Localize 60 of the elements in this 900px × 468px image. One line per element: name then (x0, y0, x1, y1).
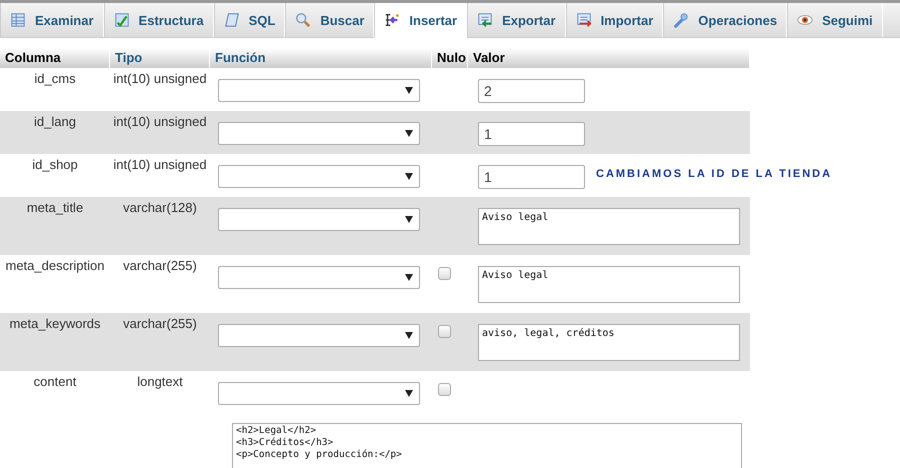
column-type: longtext (137, 374, 183, 389)
column-header: Tipo (110, 48, 210, 68)
structure-icon (114, 12, 130, 28)
function-dropdown[interactable] (218, 122, 420, 145)
caret-icon (405, 274, 413, 281)
caret-icon (405, 390, 413, 397)
import-icon (576, 12, 592, 28)
column-type: varchar(255) (123, 316, 197, 331)
caret-icon (405, 332, 413, 339)
wrench-icon (673, 12, 690, 28)
column-name: id_cms (34, 71, 76, 86)
value-textarea[interactable]: aviso, legal, créditos (478, 324, 740, 361)
function-dropdown[interactable] (218, 79, 420, 102)
column-name: id_shop (32, 157, 78, 172)
column-name: meta_title (26, 200, 84, 215)
column-name: meta_keywords (9, 316, 101, 331)
tab[interactable]: Seguimi (787, 3, 883, 37)
null-checkbox[interactable] (438, 267, 451, 280)
export-icon (477, 12, 494, 28)
caret-icon (405, 87, 413, 94)
column-header: Columna (0, 48, 110, 68)
column-type: int(10) unsigned (113, 157, 207, 172)
function-dropdown[interactable] (218, 382, 420, 405)
caret-icon (405, 173, 413, 180)
column-type: int(10) unsigned (113, 71, 207, 86)
null-checkbox[interactable] (438, 325, 451, 338)
tab[interactable]: Estructura (104, 3, 214, 37)
column-type: varchar(255) (123, 258, 197, 273)
function-dropdown[interactable] (218, 165, 420, 188)
tab[interactable]: Importar (566, 3, 664, 37)
function-dropdown[interactable] (218, 208, 420, 231)
column-header: Nulo (432, 48, 468, 68)
null-checkbox[interactable] (438, 383, 451, 396)
function-dropdown[interactable] (218, 266, 420, 289)
caret-icon (405, 216, 413, 223)
eye-icon (797, 12, 814, 28)
tab[interactable]: Exportar (467, 3, 566, 37)
value-input[interactable]: 2 (478, 79, 585, 103)
tab[interactable]: Insertar (374, 3, 468, 38)
search-icon (295, 12, 312, 28)
content-editor[interactable]: <h2>Legal</h2> <h3>Créditos</h3> <p>Concepto y producción:</p> (232, 423, 742, 468)
column-name: id_lang (34, 114, 76, 129)
value-textarea[interactable]: Aviso legal (478, 208, 740, 245)
column-name: meta_description (6, 258, 104, 273)
value-textarea[interactable]: Aviso legal (478, 266, 740, 303)
column-header: Valor (468, 48, 750, 68)
table-icon (10, 12, 26, 28)
insert-icon (384, 12, 400, 28)
caret-icon (405, 130, 413, 137)
function-dropdown[interactable] (218, 324, 420, 347)
tab[interactable]: SQL (214, 3, 286, 37)
column-name: content (34, 374, 76, 389)
tab[interactable]: Examinar (0, 3, 104, 37)
column-header: Función (210, 48, 432, 68)
annotation-text: CAMBIAMOS LA ID DE LA TIENDA (596, 168, 832, 180)
column-type: varchar(128) (123, 200, 197, 215)
value-input[interactable]: 1 (478, 165, 585, 189)
tab[interactable]: Operaciones (663, 3, 788, 37)
column-type: int(10) unsigned (113, 114, 207, 129)
value-input[interactable]: 1 (478, 122, 585, 146)
